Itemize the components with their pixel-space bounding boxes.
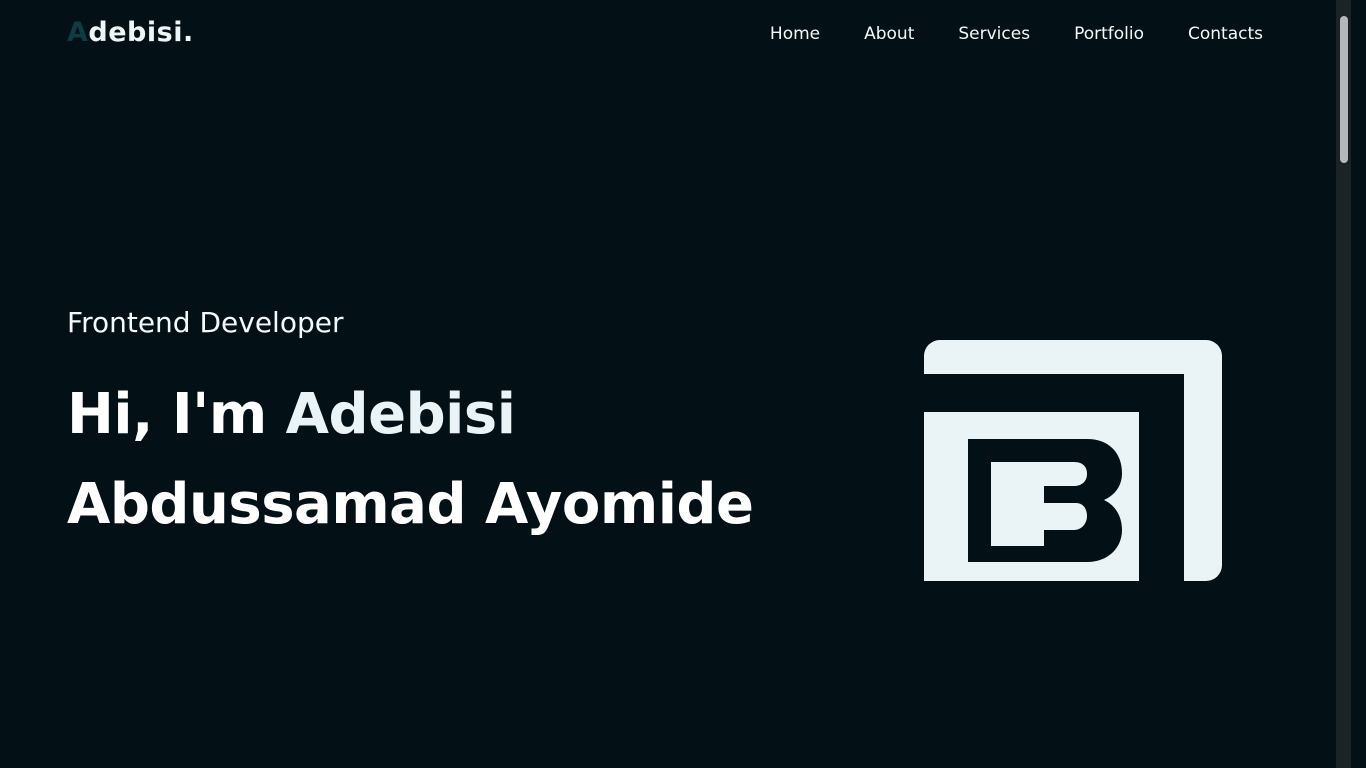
- hero-greeting: Hi, I'm: [67, 382, 286, 447]
- page: Adebisi. Home About Services Portfolio C…: [0, 0, 1351, 768]
- hero-name-rest: Abdussamad Ayomide: [67, 472, 754, 537]
- brand-mark-icon: [924, 340, 1222, 581]
- nav-about[interactable]: About: [864, 22, 914, 46]
- hero-title: Hi, I'm Adebisi Abdussamad Ayomide: [67, 370, 754, 550]
- site-logo[interactable]: Adebisi.: [67, 14, 194, 52]
- logo-initial: A: [67, 17, 89, 48]
- page-scrollbar[interactable]: [1336, 0, 1351, 768]
- hero-subtitle: Frontend Developer: [67, 306, 344, 339]
- hero-name-first: Adebisi: [285, 382, 516, 447]
- scrollbar-thumb[interactable]: [1340, 16, 1348, 163]
- nav-contacts[interactable]: Contacts: [1188, 22, 1263, 46]
- nav-portfolio[interactable]: Portfolio: [1074, 22, 1144, 46]
- nav-services[interactable]: Services: [958, 22, 1030, 46]
- main-nav: Home About Services Portfolio Contacts: [770, 22, 1263, 46]
- nav-home[interactable]: Home: [770, 22, 820, 46]
- logo-text: debisi.: [88, 17, 194, 48]
